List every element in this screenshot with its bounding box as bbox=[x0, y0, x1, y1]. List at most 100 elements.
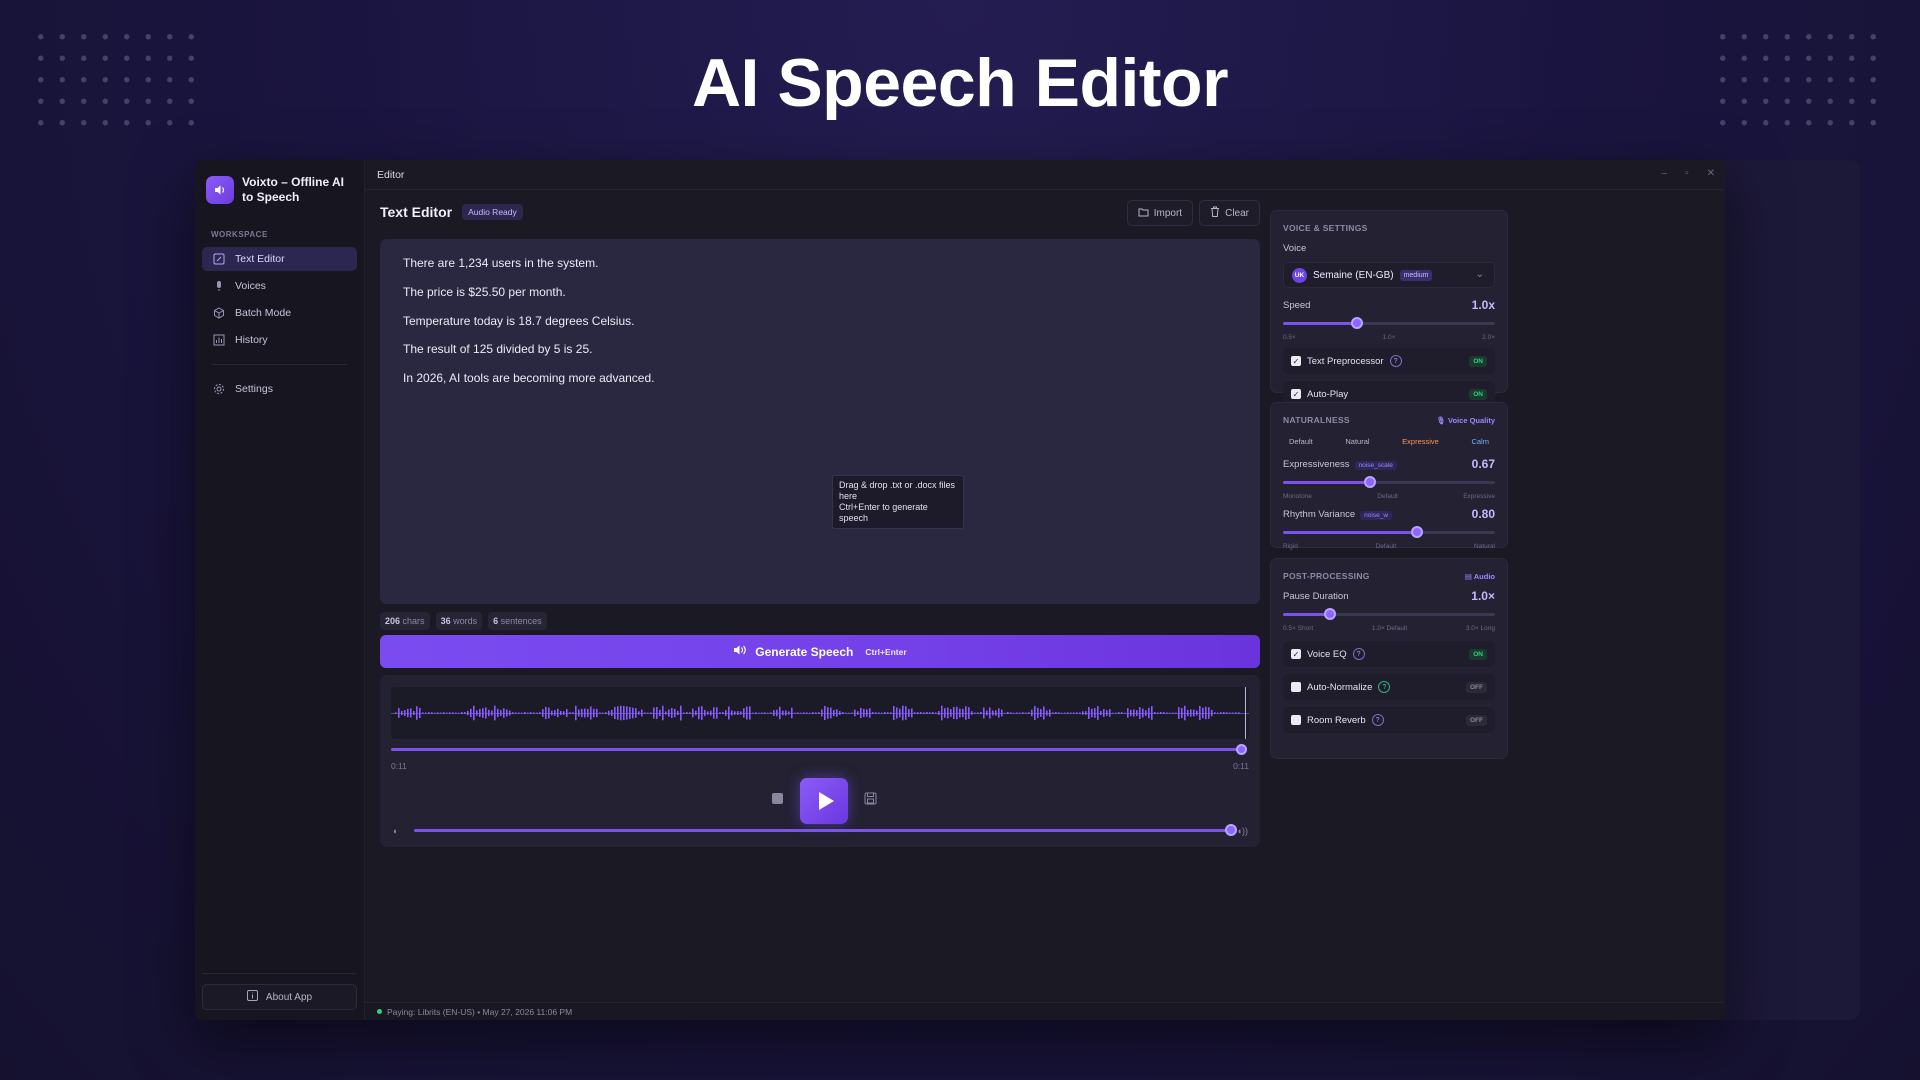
waveform-bar bbox=[743, 708, 745, 718]
slider-fill bbox=[1283, 322, 1358, 325]
expressiveness-label: Expressiveness noise_scale bbox=[1283, 459, 1397, 470]
slider-handle[interactable] bbox=[1363, 476, 1376, 488]
minimize-icon[interactable]: – bbox=[1662, 168, 1668, 179]
slider-handle[interactable] bbox=[1351, 317, 1364, 329]
waveform-bar bbox=[1118, 712, 1120, 714]
waveform-bar bbox=[896, 707, 898, 719]
preset-default[interactable]: Default bbox=[1283, 433, 1319, 450]
voice-eq-toggle[interactable]: ✓ Voice EQ ? ON bbox=[1283, 641, 1495, 667]
waveform-bar bbox=[1088, 707, 1090, 719]
checkbox-unchecked-icon[interactable] bbox=[1291, 715, 1301, 725]
waveform-bar bbox=[470, 708, 472, 718]
auto-normalize-toggle[interactable]: Auto-Normalize ? OFF bbox=[1283, 674, 1495, 700]
waveform-bar bbox=[509, 710, 511, 716]
help-icon[interactable]: ? bbox=[1352, 648, 1365, 660]
generate-shortcut: Ctrl+Enter bbox=[865, 646, 907, 657]
waveform-bar bbox=[827, 707, 829, 719]
rhythm-slider[interactable] bbox=[1283, 526, 1495, 538]
waveform-bar bbox=[1106, 710, 1108, 716]
waveform-bar bbox=[815, 712, 817, 714]
waveform-bar bbox=[782, 710, 784, 716]
clear-label: Clear bbox=[1225, 207, 1249, 219]
help-icon[interactable]: ? bbox=[1389, 355, 1402, 367]
checkbox-checked-icon[interactable]: ✓ bbox=[1291, 649, 1301, 659]
waveform[interactable] bbox=[391, 687, 1249, 739]
preset-expressive[interactable]: Expressive bbox=[1396, 433, 1445, 450]
volume-slider[interactable] bbox=[414, 829, 1231, 832]
help-icon[interactable]: ? bbox=[1371, 714, 1384, 726]
microphone-icon bbox=[213, 280, 225, 292]
waveform-bar bbox=[560, 710, 562, 716]
checkbox-checked-icon[interactable]: ✓ bbox=[1291, 389, 1301, 399]
waveform-bar bbox=[425, 712, 427, 714]
waveform-bar bbox=[899, 708, 901, 718]
sidebar-item-voices[interactable]: Voices bbox=[202, 274, 357, 298]
waveform-bar bbox=[1229, 712, 1231, 714]
waveform-bar bbox=[569, 712, 571, 714]
waveform-bar bbox=[503, 708, 505, 718]
preset-calm[interactable]: Calm bbox=[1465, 433, 1495, 450]
sidebar-item-label: Voices bbox=[235, 280, 266, 292]
waveform-bar bbox=[956, 706, 958, 720]
workspace-label: WORKSPACE bbox=[211, 230, 268, 239]
sidebar-item-settings[interactable]: Settings bbox=[202, 377, 357, 401]
time-current: 0:11 bbox=[391, 761, 407, 771]
import-button[interactable]: Import bbox=[1126, 200, 1194, 226]
waveform-bar bbox=[620, 705, 622, 721]
waveform-bar bbox=[1187, 709, 1189, 717]
speed-slider[interactable] bbox=[1283, 317, 1495, 329]
waveform-bar bbox=[785, 710, 787, 716]
waveform-bar bbox=[653, 707, 655, 719]
seek-handle[interactable] bbox=[1236, 744, 1247, 755]
play-button[interactable] bbox=[800, 778, 848, 824]
naturalness-panel: NATURALNESS 🎙 Voice Quality Default Natu… bbox=[1270, 402, 1508, 550]
waveform-bar bbox=[728, 706, 730, 720]
waveform-bar bbox=[1130, 709, 1132, 717]
waveform-bar bbox=[497, 708, 499, 718]
help-icon[interactable]: ? bbox=[1378, 681, 1391, 693]
waveform-bar bbox=[893, 706, 895, 720]
sidebar-item-batch-mode[interactable]: Batch Mode bbox=[202, 301, 357, 325]
waveform-bar bbox=[1184, 705, 1186, 721]
sidebar-item-text-editor[interactable]: Text Editor bbox=[202, 247, 357, 271]
save-icon[interactable] bbox=[864, 792, 877, 805]
speaker-logo-icon bbox=[206, 176, 234, 204]
waveform-bar bbox=[1157, 712, 1159, 714]
waveform-bar bbox=[1007, 711, 1009, 715]
pause-slider[interactable] bbox=[1283, 608, 1495, 620]
waveform-bar bbox=[494, 705, 496, 721]
waveform-bar bbox=[611, 709, 613, 717]
checkbox-checked-icon[interactable]: ✓ bbox=[1291, 356, 1301, 366]
preset-natural[interactable]: Natural bbox=[1339, 433, 1375, 450]
waveform-bar bbox=[647, 712, 649, 714]
checkbox-unchecked-icon[interactable] bbox=[1291, 682, 1301, 692]
sidebar-item-history[interactable]: History bbox=[202, 328, 357, 352]
maximize-icon[interactable]: ▫ bbox=[1685, 168, 1689, 179]
expressiveness-slider[interactable] bbox=[1283, 476, 1495, 488]
slider-handle[interactable] bbox=[1410, 526, 1423, 538]
waveform-bar bbox=[542, 709, 544, 717]
room-reverb-toggle[interactable]: Room Reverb ? OFF bbox=[1283, 707, 1495, 733]
waveform-bar bbox=[1160, 711, 1162, 715]
about-app-button[interactable]: About App bbox=[202, 984, 357, 1010]
info-icon bbox=[246, 990, 258, 1004]
text-preprocessor-toggle[interactable]: ✓ Text Preprocessor ? ON bbox=[1283, 348, 1495, 374]
waveform-bar bbox=[683, 712, 685, 714]
tick-label: Default bbox=[1377, 493, 1398, 500]
panel-title: NATURALNESS bbox=[1283, 415, 1350, 425]
waveform-bar bbox=[1082, 711, 1084, 715]
stop-icon[interactable] bbox=[772, 793, 783, 804]
slider-handle[interactable] bbox=[1323, 608, 1336, 620]
voice-select[interactable]: UK Semaine (EN-GB) medium ⌄ bbox=[1283, 262, 1495, 288]
tick-label: 1.0× Default bbox=[1371, 625, 1408, 632]
clear-button[interactable]: Clear bbox=[1199, 200, 1260, 226]
tick-label: Monotone bbox=[1283, 493, 1312, 500]
close-icon[interactable]: ✕ bbox=[1707, 168, 1715, 179]
volume-handle[interactable] bbox=[1225, 824, 1237, 836]
waveform-bar bbox=[1163, 712, 1165, 714]
waveform-bar bbox=[545, 706, 547, 720]
text-input-area[interactable]: There are 1,234 users in the system. The… bbox=[380, 239, 1260, 604]
generate-speech-button[interactable]: Generate Speech Ctrl+Enter bbox=[380, 635, 1260, 668]
waveform-bar bbox=[800, 712, 802, 714]
seek-bar[interactable] bbox=[391, 748, 1243, 751]
